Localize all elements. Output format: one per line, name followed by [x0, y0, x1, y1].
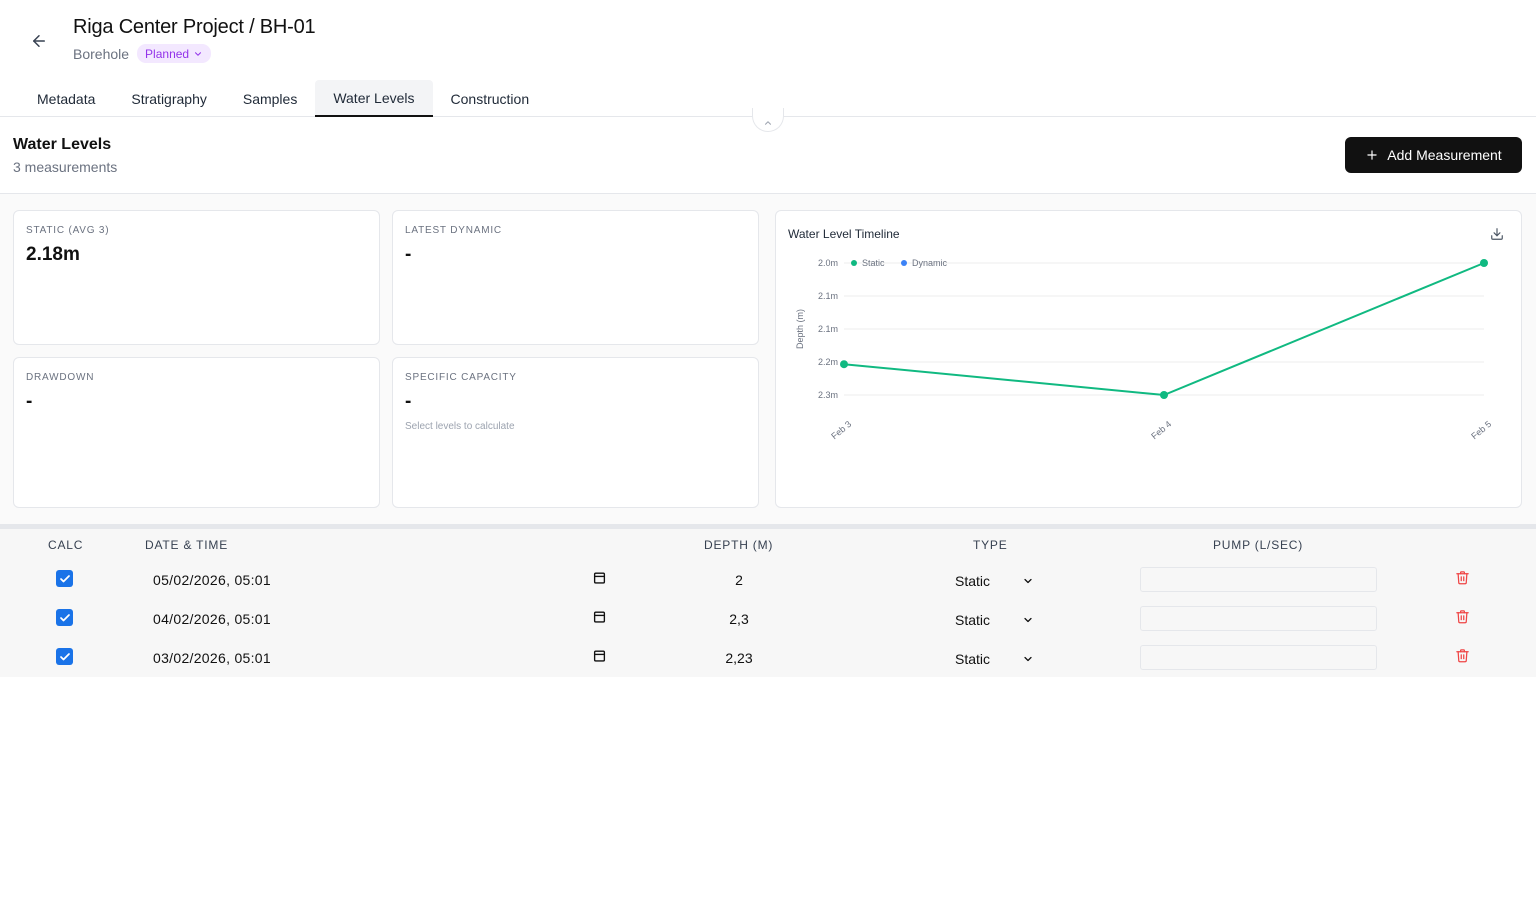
pump-input[interactable] [1140, 645, 1377, 670]
specific-capacity-value: - [405, 391, 412, 412]
column-header-datetime: DATE & TIME [145, 538, 229, 552]
stats-area: STATIC (AVG 3) 2.18m LATEST DYNAMIC - DR… [0, 194, 1536, 524]
type-select[interactable]: Static [955, 573, 990, 589]
y-tick-label: 2.3m [818, 390, 838, 400]
legend-label: Static [862, 258, 885, 268]
chevron-up-icon [764, 121, 772, 125]
legend-marker [851, 260, 857, 266]
check-icon [59, 574, 70, 582]
drawdown-card: DRAWDOWN - [13, 357, 380, 508]
legend-marker [901, 260, 907, 266]
table-row: 05/02/2026, 05:01 2 Static [0, 561, 1536, 600]
status-badge-label: Planned [145, 46, 190, 61]
delete-button[interactable] [1455, 570, 1470, 590]
y-tick-label: 2.0m [818, 258, 838, 268]
depth-input[interactable]: 2 [699, 572, 779, 588]
column-header-pump: PUMP (L/SEC) [1213, 538, 1304, 552]
y-tick-label: 2.1m [818, 291, 838, 301]
add-measurement-button[interactable]: Add Measurement [1345, 137, 1522, 173]
calendar-icon[interactable] [593, 610, 606, 628]
data-point [1480, 259, 1488, 267]
column-header-type: TYPE [973, 538, 1008, 552]
drawdown-label: DRAWDOWN [26, 372, 95, 383]
specific-capacity-card: SPECIFIC CAPACITY - Select levels to cal… [392, 357, 759, 508]
y-tick-label: 2.2m [818, 357, 838, 367]
tab-metadata[interactable]: Metadata [19, 80, 113, 117]
calendar-icon[interactable] [593, 649, 606, 667]
static-avg-label: STATIC (AVG 3) [26, 225, 110, 236]
trash-icon [1456, 571, 1469, 585]
depth-input[interactable]: 2,3 [699, 611, 779, 627]
plus-icon [1367, 150, 1377, 160]
legend-label: Dynamic [912, 258, 948, 268]
depth-input[interactable]: 2,23 [699, 650, 779, 666]
subtitle-row: Borehole Planned [73, 44, 212, 63]
pump-input[interactable] [1140, 567, 1377, 592]
section-title: Water Levels [13, 136, 112, 153]
column-header-depth: DEPTH (M) [704, 538, 774, 552]
y-axis-label: Depth (m) [795, 309, 805, 349]
check-icon [59, 652, 70, 660]
x-tick-label: Feb 4 [1149, 419, 1173, 441]
static-avg-card: STATIC (AVG 3) 2.18m [13, 210, 380, 345]
check-icon [59, 613, 70, 621]
tab-water-levels[interactable]: Water Levels [315, 80, 433, 117]
page-title: Riga Center Project / BH-01 [73, 16, 316, 38]
measurement-count: 3 measurements [13, 159, 118, 175]
static-avg-value: 2.18m [26, 244, 80, 265]
chevron-down-icon [195, 51, 202, 56]
tab-samples[interactable]: Samples [225, 80, 315, 117]
measurements-table: CALC DATE & TIME DEPTH (M) TYPE PUMP (L/… [0, 529, 1536, 677]
chevron-down-icon[interactable] [1022, 652, 1034, 670]
tab-stratigraphy[interactable]: Stratigraphy [113, 80, 224, 117]
latest-dynamic-value: - [405, 244, 412, 265]
y-tick-label: 2.1m [818, 324, 838, 334]
tab-bar: Metadata Stratigraphy Samples Water Leve… [19, 80, 547, 117]
calc-checkbox[interactable] [56, 648, 73, 665]
specific-capacity-label: SPECIFIC CAPACITY [405, 372, 517, 383]
type-select[interactable]: Static [955, 612, 990, 628]
water-level-chart: 2.0m 2.1m 2.1m 2.2m 2.3m Depth (m) Feb 3 Feb 4 F… [795, 258, 1493, 441]
pump-input[interactable] [1140, 606, 1377, 631]
calc-checkbox[interactable] [56, 570, 73, 587]
x-tick-label: Feb 5 [1469, 419, 1493, 441]
drawdown-value: - [26, 391, 33, 412]
column-header-calc: CALC [48, 538, 84, 552]
status-badge[interactable]: Planned [137, 44, 212, 63]
delete-button[interactable] [1455, 648, 1470, 668]
trash-icon [1456, 610, 1469, 624]
back-button[interactable] [26, 28, 52, 54]
data-point [1160, 391, 1168, 399]
chevron-down-icon[interactable] [1022, 613, 1034, 631]
datetime-input[interactable]: 04/02/2026, 05:01 [153, 611, 271, 627]
specific-capacity-hint: Select levels to calculate [405, 421, 515, 432]
table-row: 04/02/2026, 05:01 2,3 Static [0, 600, 1536, 639]
calc-checkbox[interactable] [56, 609, 73, 626]
datetime-input[interactable]: 05/02/2026, 05:01 [153, 572, 271, 588]
entity-type: Borehole [73, 45, 130, 62]
delete-button[interactable] [1455, 609, 1470, 629]
chevron-down-icon[interactable] [1022, 574, 1034, 592]
calendar-icon[interactable] [593, 571, 606, 589]
latest-dynamic-label: LATEST DYNAMIC [405, 225, 502, 236]
water-level-chart-card: Water Level Timeline 2.0m 2.1m 2.1m 2.2m 2.3… [775, 210, 1522, 508]
tab-construction[interactable]: Construction [433, 80, 548, 117]
arrow-left-icon [33, 35, 45, 47]
type-select[interactable]: Static [955, 651, 990, 667]
datetime-input[interactable]: 03/02/2026, 05:01 [153, 650, 271, 666]
data-point [840, 360, 848, 369]
page-header: Riga Center Project / BH-01 Borehole Pla… [0, 0, 1536, 117]
table-row: 03/02/2026, 05:01 2,23 Static [0, 639, 1536, 678]
trash-icon [1456, 649, 1469, 663]
add-measurement-label: Add Measurement [1387, 147, 1502, 163]
x-tick-label: Feb 3 [829, 419, 853, 441]
latest-dynamic-card: LATEST DYNAMIC - [392, 210, 759, 345]
